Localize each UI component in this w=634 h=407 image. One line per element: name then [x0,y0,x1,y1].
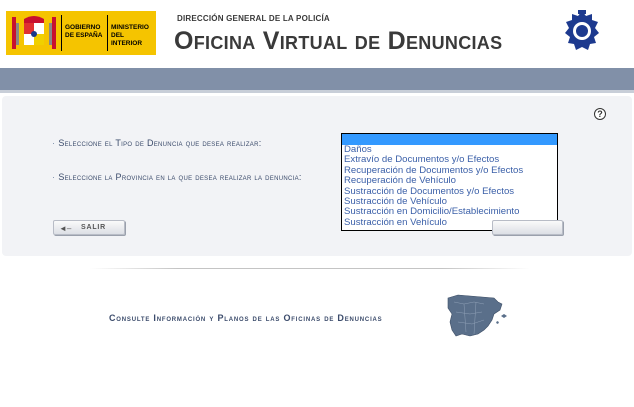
ministerio-text: MINISTERIO DEL INTERIOR [111,24,149,47]
help-icon[interactable]: ? [594,108,606,120]
provincia-label: · Seleccione la Provincia en la que desea… [52,172,302,182]
consulte-oficinas-link[interactable]: Consulte Información y Planos de las Ofi… [109,313,382,323]
page-title: Oficina Virtual de Denuncias [174,27,503,55]
dropdown-option-blank[interactable] [342,134,557,145]
logo-separator [61,15,62,51]
bullet: · [52,138,56,148]
tipo-denuncia-label: · Seleccione el Tipo de Denuncia que dese… [52,138,262,148]
tipo-denuncia-dropdown-list[interactable]: Daños Extravío de Documentos y/o Efectos… [341,133,558,231]
directorate-title: DIRECCIÓN GENERAL DE LA POLICÍA [177,14,330,23]
spain-coat-of-arms-icon [12,16,56,49]
band-shadow [0,90,634,93]
back-arrow-icon: ◄– [59,224,72,233]
policia-badge-icon [565,10,599,50]
spain-map-icon[interactable] [444,292,510,342]
divider [90,268,530,269]
dropdown-option-danos[interactable]: Daños [342,145,557,155]
top-band [0,68,634,90]
salir-button[interactable]: ◄– SALIR [53,220,125,235]
salir-button-label: SALIR [81,224,106,231]
dropdown-option-sustraccion-domicilio[interactable]: Sustracción en Domicilio/Establecimiento [342,207,557,217]
provincia-label-text: Seleccione la Provincia en la que desea … [58,172,302,182]
dropdown-option-sustraccion-documentos[interactable]: Sustracción de Documentos y/o Efectos [342,187,557,197]
logo-separator [107,15,108,51]
tipo-denuncia-label-text: Seleccione el Tipo de Denuncia que desea… [58,138,262,148]
header: GOBIERNO DE ESPAÑA MINISTERIO DEL INTERI… [0,0,634,64]
bullet: · [52,172,56,182]
gobierno-text: GOBIERNO DE ESPAÑA [65,24,103,39]
gobierno-logo[interactable]: GOBIERNO DE ESPAÑA MINISTERIO DEL INTERI… [6,11,156,55]
dropdown-option-sustraccion-vehiculo[interactable]: Sustracción de Vehículo [342,197,557,207]
dropdown-option-recuperacion-documentos[interactable]: Recuperación de Documentos y/o Efectos [342,166,557,176]
continuar-button[interactable] [492,220,563,235]
dropdown-option-recuperacion-vehiculo[interactable]: Recuperación de Vehículo [342,176,557,186]
dropdown-option-extravio-documentos[interactable]: Extravío de Documentos y/o Efectos [342,155,557,165]
